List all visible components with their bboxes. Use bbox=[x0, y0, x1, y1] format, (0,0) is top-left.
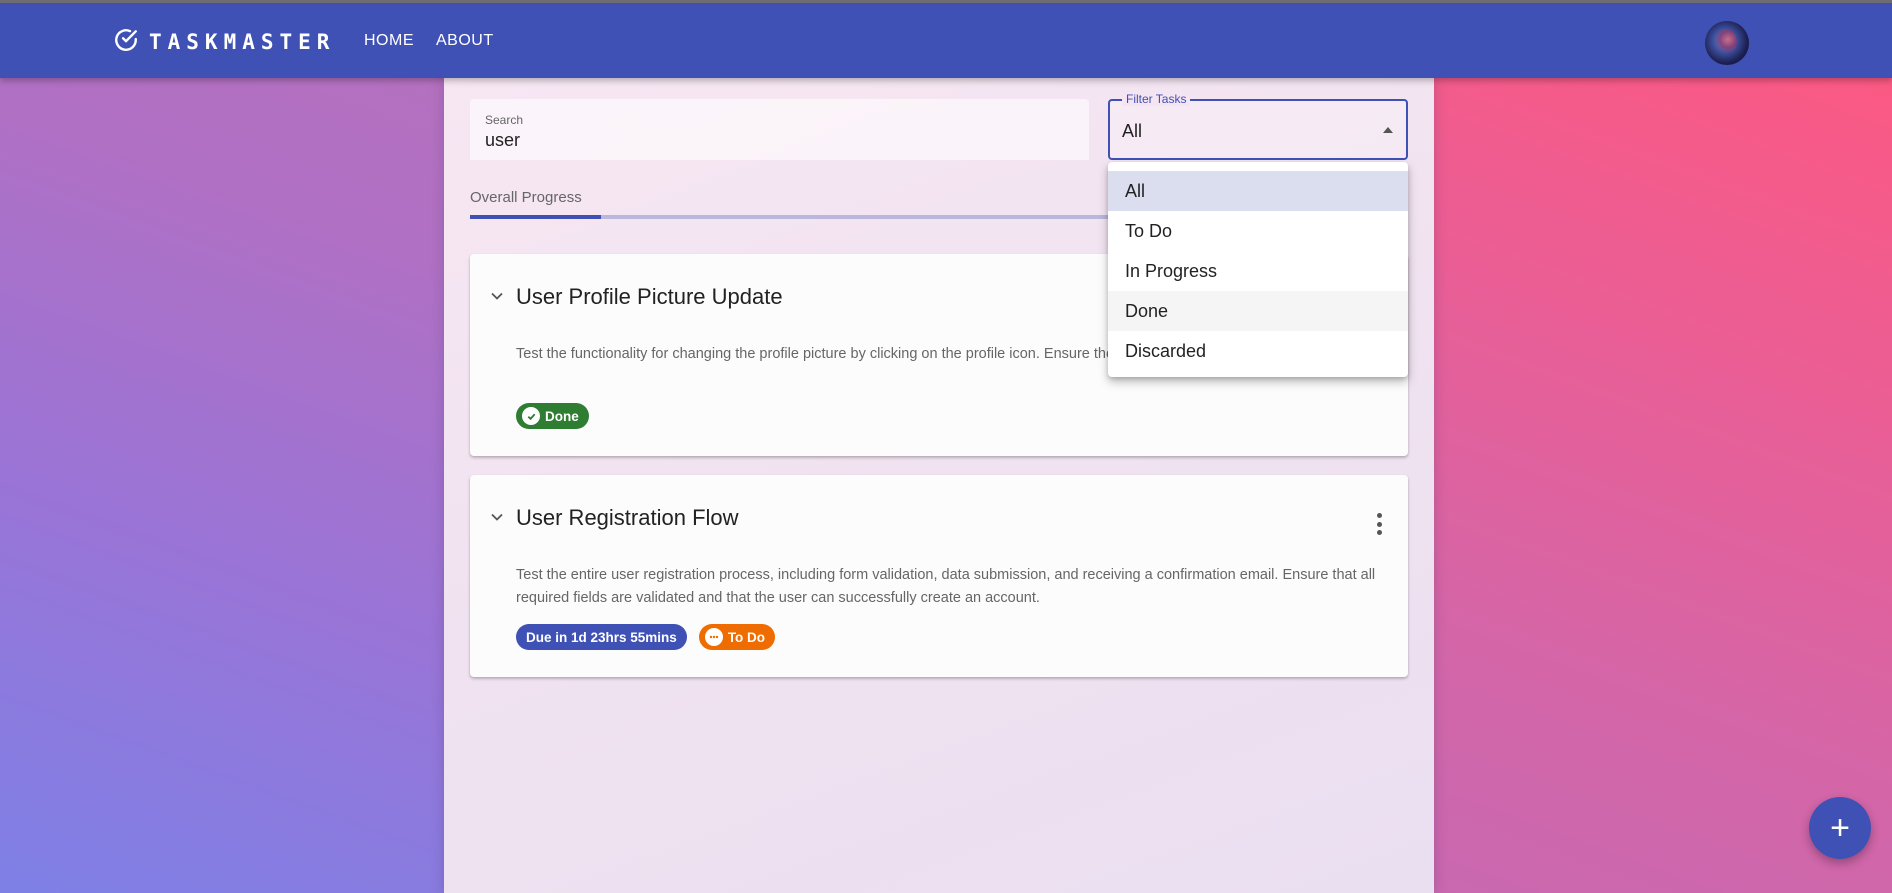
filter-dropdown-menu: All To Do In Progress Done Discarded bbox=[1108, 162, 1408, 377]
filter-tasks-select[interactable]: Filter Tasks All bbox=[1108, 92, 1408, 160]
more-horizontal-circle-icon bbox=[704, 628, 723, 646]
nav-home-link[interactable]: HOME bbox=[364, 32, 414, 50]
filter-selected-value: All bbox=[1122, 121, 1143, 141]
chevron-down-icon[interactable] bbox=[490, 289, 504, 303]
main-nav: HOME ABOUT bbox=[364, 32, 494, 50]
task-description: Test the entire user registration proces… bbox=[516, 567, 1376, 606]
task-card: User Registration Flow Test the entire u… bbox=[470, 475, 1408, 677]
check-circle-icon bbox=[113, 27, 149, 58]
task-chips: Done bbox=[516, 403, 589, 429]
status-label: Done bbox=[545, 408, 579, 424]
filter-option-all[interactable]: All bbox=[1108, 171, 1408, 211]
status-badge: Done bbox=[516, 403, 589, 429]
task-chips: Due in 1d 23hrs 55mins To Do bbox=[516, 624, 776, 650]
app-logo[interactable]: TASKMASTER bbox=[113, 27, 335, 57]
search-field[interactable]: Search bbox=[470, 99, 1089, 160]
filter-option-discarded[interactable]: Discarded bbox=[1108, 331, 1408, 371]
background-left bbox=[0, 0, 444, 893]
filter-label: Filter Tasks bbox=[1122, 92, 1191, 106]
due-badge: Due in 1d 23hrs 55mins bbox=[516, 624, 687, 650]
filter-option-todo[interactable]: To Do bbox=[1108, 211, 1408, 251]
more-vert-icon[interactable] bbox=[1376, 513, 1382, 535]
check-circle-icon bbox=[522, 407, 540, 425]
filter-option-in-progress[interactable]: In Progress bbox=[1108, 251, 1408, 291]
filter-option-done[interactable]: Done bbox=[1108, 291, 1408, 331]
nav-about-link[interactable]: ABOUT bbox=[436, 32, 494, 50]
background-right bbox=[1434, 0, 1892, 893]
task-title: User Profile Picture Update bbox=[516, 284, 783, 309]
progress-label: Overall Progress bbox=[470, 189, 582, 206]
status-label: To Do bbox=[727, 629, 766, 645]
chevron-down-icon[interactable] bbox=[490, 510, 504, 524]
app-name: TASKMASTER bbox=[149, 30, 336, 54]
search-label: Search bbox=[485, 113, 524, 127]
user-avatar[interactable] bbox=[1705, 21, 1749, 65]
app-bar: TASKMASTER HOME ABOUT bbox=[0, 0, 1892, 78]
search-input[interactable] bbox=[485, 130, 1065, 151]
status-badge: To Do bbox=[698, 624, 776, 650]
caret-up-icon bbox=[1383, 127, 1393, 133]
task-title: User Registration Flow bbox=[516, 505, 739, 530]
progress-fill bbox=[470, 215, 602, 219]
add-task-button[interactable]: + bbox=[1809, 797, 1871, 859]
